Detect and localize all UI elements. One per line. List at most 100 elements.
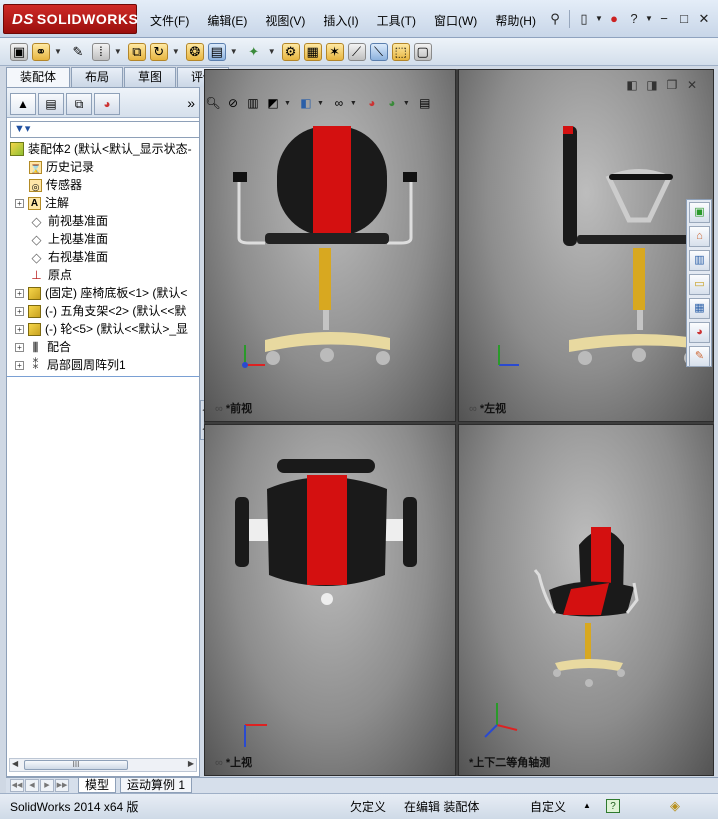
chevron-down-icon[interactable]: ▼ [594,9,604,29]
insert-components-icon[interactable]: ▣ [10,42,28,61]
file-explorer-icon[interactable]: ▭ [689,274,710,295]
scroll-left-icon[interactable]: ◀ [12,759,18,768]
chevron-down-icon[interactable]: ▼ [644,9,654,29]
more-tabs-icon[interactable]: » [187,95,195,111]
tree-item-five-star-base[interactable]: + (-) 五角支架<2> (默认<<默 [15,302,186,320]
scroll-thumb[interactable]: III [24,760,128,770]
smart-fasteners-icon[interactable]: ✎ [68,42,88,62]
tree-item-sensors[interactable]: ◎ 传感器 [29,176,82,194]
expand-icon[interactable]: + [15,198,24,208]
chevron-down-icon[interactable]: ▼ [284,100,291,107]
tree-item-history[interactable]: ⌛ 历史记录 [29,158,94,176]
instant3d-icon[interactable]: ⟍ [369,42,388,61]
pin-icon[interactable]: ⚲ [545,9,565,29]
tree-item-circular-pattern[interactable]: + ⁑ 局部圆周阵列1 [15,356,126,374]
chevron-down-icon[interactable]: ▼ [172,47,180,56]
horizontal-scrollbar[interactable]: ◀ III ▶ [9,758,197,772]
menu-help[interactable]: 帮助(H) [495,12,536,29]
edit-component-icon[interactable]: ⧉ [127,42,146,61]
mate-icon[interactable]: ⚭ [32,42,50,61]
restore-icon[interactable]: ◧ [622,75,642,95]
custom-properties-icon[interactable]: ✎ [689,346,710,367]
maximize-icon[interactable]: ❐ [662,75,682,95]
view-orientation-icon[interactable]: ◧ [297,94,315,112]
move-component-icon[interactable]: ↻ [149,42,168,61]
first-tab-icon[interactable]: ◀◀ [10,779,24,792]
close-icon[interactable]: ✕ [694,9,714,29]
tree-item-seat-plate[interactable]: + (固定) 座椅底板<1> (默认< [15,284,187,302]
apply-scene-icon[interactable]: ◕ [383,94,401,112]
property-manager-tab-icon[interactable]: ▤ [38,93,64,115]
display-manager-tab-icon[interactable]: ◕ [94,93,120,115]
feature-tree-tab-icon[interactable]: ▲ [10,93,36,115]
expand-icon[interactable]: + [15,306,24,316]
home-icon[interactable]: ⌂ [689,226,710,247]
menu-view[interactable]: 视图(V) [265,12,305,29]
tab-motion-study[interactable]: 运动算例 1 [120,778,193,793]
menu-insert[interactable]: 插入(I) [323,12,358,29]
solidworks-resources-icon[interactable]: ▣ [689,202,710,223]
feature-filter[interactable]: ▼▾ [10,121,200,138]
display-style-icon[interactable]: ∞ [330,94,348,112]
menu-edit[interactable]: 编辑(E) [207,12,247,29]
expand-icon[interactable]: + [15,360,24,370]
expand-icon[interactable]: + [15,324,24,334]
scroll-right-icon[interactable]: ▶ [188,759,194,768]
zoom-to-fit-icon[interactable]: 🔍︎ [204,94,222,112]
viewport-front[interactable]: ∞ *前视 [204,69,456,422]
view-palette-icon[interactable]: ▦ [689,298,710,319]
maximize-icon[interactable]: □ [674,9,694,29]
rollback-bar[interactable] [7,376,199,377]
tree-item-wheel[interactable]: + (-) 轮<5> (默认<<默认>_显 [15,320,188,338]
exploded-view-icon[interactable]: ✶ [325,42,344,61]
tree-item-mates[interactable]: + ⫴ 配合 [15,338,71,356]
appearances-icon[interactable]: ◕ [689,322,710,343]
tree-item-front-plane[interactable]: ◇ 前视基准面 [29,212,109,230]
tab-layout[interactable]: 布局 [71,67,124,87]
design-library-icon[interactable]: ▥ [689,250,710,271]
minimize-icon[interactable]: − [654,9,674,29]
menu-tools[interactable]: 工具(T) [377,12,416,29]
chevron-up-icon[interactable]: ▲ [583,801,591,810]
status-custom-units[interactable]: 自定义 [530,798,566,815]
tree-root[interactable]: 装配体2 (默认<默认_显示状态- [10,140,192,158]
expand-icon[interactable]: + [15,342,24,352]
new-document-icon[interactable]: ▯ [574,9,594,29]
tree-item-top-plane[interactable]: ◇ 上视基准面 [29,230,109,248]
menu-window[interactable]: 窗口(W) [434,12,477,29]
close-icon[interactable]: ✕ [682,75,702,95]
chevron-down-icon[interactable]: ▼ [317,100,324,107]
tab-assembly[interactable]: 装配体 [6,67,71,87]
chevron-down-icon[interactable]: ▼ [350,100,357,107]
graphics-area[interactable]: 🔍︎ ⊘ ▥ ◩ ▼ ◧ ▼ ∞ ▼ ◕ ◕ ▼ ▤ ◧ ◨ ❐ ✕ ∞ *前视… [204,69,714,776]
chevron-down-icon[interactable]: ▼ [268,47,276,56]
bill-of-materials-icon[interactable]: ▦ [303,42,322,61]
component-pattern-icon[interactable]: ⁞ [91,42,110,61]
assembly-features-icon[interactable]: ▤ [207,42,226,61]
chevron-down-icon[interactable]: ▼ [114,47,122,56]
reference-geometry-icon[interactable]: ✦ [244,42,264,62]
menu-file[interactable]: 文件(F) [150,12,189,29]
update-speedpak-icon[interactable]: ⬚ [391,42,410,61]
view-settings-icon[interactable]: ▤ [416,94,434,112]
viewport-isometric[interactable]: *上下二等角轴测 [458,424,714,776]
explode-line-sketch-icon[interactable]: ⟋ [347,42,366,61]
chevron-down-icon[interactable]: ▼ [230,47,238,56]
next-tab-icon[interactable]: ▶ [40,779,54,792]
tags-icon[interactable]: ◈ [670,799,686,813]
expand-icon[interactable]: + [15,288,24,298]
configuration-manager-tab-icon[interactable]: ⧉ [66,93,92,115]
edit-appearance-icon[interactable]: ◕ [363,94,381,112]
chevron-down-icon[interactable]: ▼ [54,47,62,56]
tree-item-origin[interactable]: ⊥ 原点 [29,266,72,284]
chevron-down-icon[interactable]: ▼ [403,100,410,107]
previous-view-icon[interactable]: ▥ [244,94,262,112]
viewport-top[interactable]: ∞ *上视 [204,424,456,776]
tab-model[interactable]: 模型 [78,778,117,793]
section-view-icon[interactable]: ◩ [264,94,282,112]
tree-item-annotations[interactable]: + A 注解 [15,194,69,212]
quick-tips-icon[interactable]: ? [606,799,620,813]
viewport-left[interactable]: ∞ *左视 [458,69,714,422]
previous-tab-icon[interactable]: ◀ [25,779,39,792]
tab-sketch[interactable]: 草图 [124,67,177,87]
